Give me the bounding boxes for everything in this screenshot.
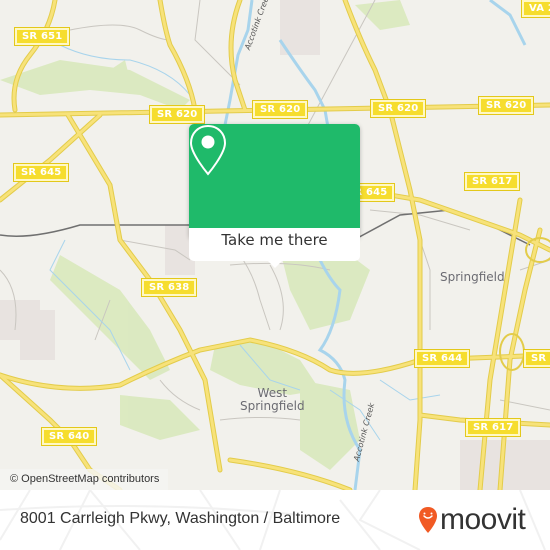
- urban-area: [20, 310, 55, 360]
- minor-road: [219, 417, 301, 421]
- take-me-there-popup[interactable]: Take me there: [189, 124, 360, 268]
- footer: 8001 Carrleigh Pkwy, Washington / Baltim…: [0, 490, 550, 550]
- park-area: [355, 0, 410, 30]
- route-shield-sr620: SR 620: [251, 100, 309, 119]
- park-area: [0, 60, 190, 110]
- moovit-wordmark: moovit: [440, 503, 526, 536]
- park-area: [120, 395, 200, 440]
- take-me-there-button[interactable]: Take me there: [189, 231, 360, 249]
- route-shield-sr638: SR 638: [140, 278, 198, 297]
- stream: [489, 0, 527, 46]
- route-shield-sr617: SR 617: [464, 418, 522, 437]
- route-shield-sr620: SR 620: [148, 105, 206, 124]
- moovit-pin-icon: [419, 507, 437, 533]
- route-shield-va: VA 2: [520, 0, 550, 18]
- park-area: [50, 255, 170, 380]
- popup-pointer: [267, 260, 283, 268]
- map-attribution[interactable]: © OpenStreetMap contributors: [0, 469, 169, 490]
- map[interactable]: SR 651 SR 620 SR 620 SR 620 SR 620 SR 64…: [0, 0, 550, 490]
- minor-road: [69, 24, 171, 41]
- route-shield-sr617: SR 617: [463, 172, 521, 191]
- minor-road: [269, 264, 284, 331]
- place-label-west-springfield: West Springfield: [240, 386, 305, 413]
- route-shield-sr620: SR 620: [477, 96, 535, 115]
- route-shield-sr644: SR 644: [522, 349, 550, 368]
- stream: [379, 379, 441, 401]
- route-shield-sr640: SR 640: [40, 427, 98, 446]
- route-shield-sr644: SR 644: [413, 349, 471, 368]
- route-shield-sr645: SR 645: [12, 163, 70, 182]
- route-shield-sr620: SR 620: [369, 99, 427, 118]
- address-text: 8001 Carrleigh Pkwy, Washington / Baltim…: [20, 510, 341, 527]
- popup-header: [189, 124, 360, 228]
- place-label-springfield: Springfield: [440, 270, 505, 284]
- accotink-creek: [220, 0, 254, 141]
- park-area: [300, 380, 360, 470]
- location-pin-icon: [189, 124, 227, 176]
- route-shield-sr651: SR 651: [13, 27, 71, 46]
